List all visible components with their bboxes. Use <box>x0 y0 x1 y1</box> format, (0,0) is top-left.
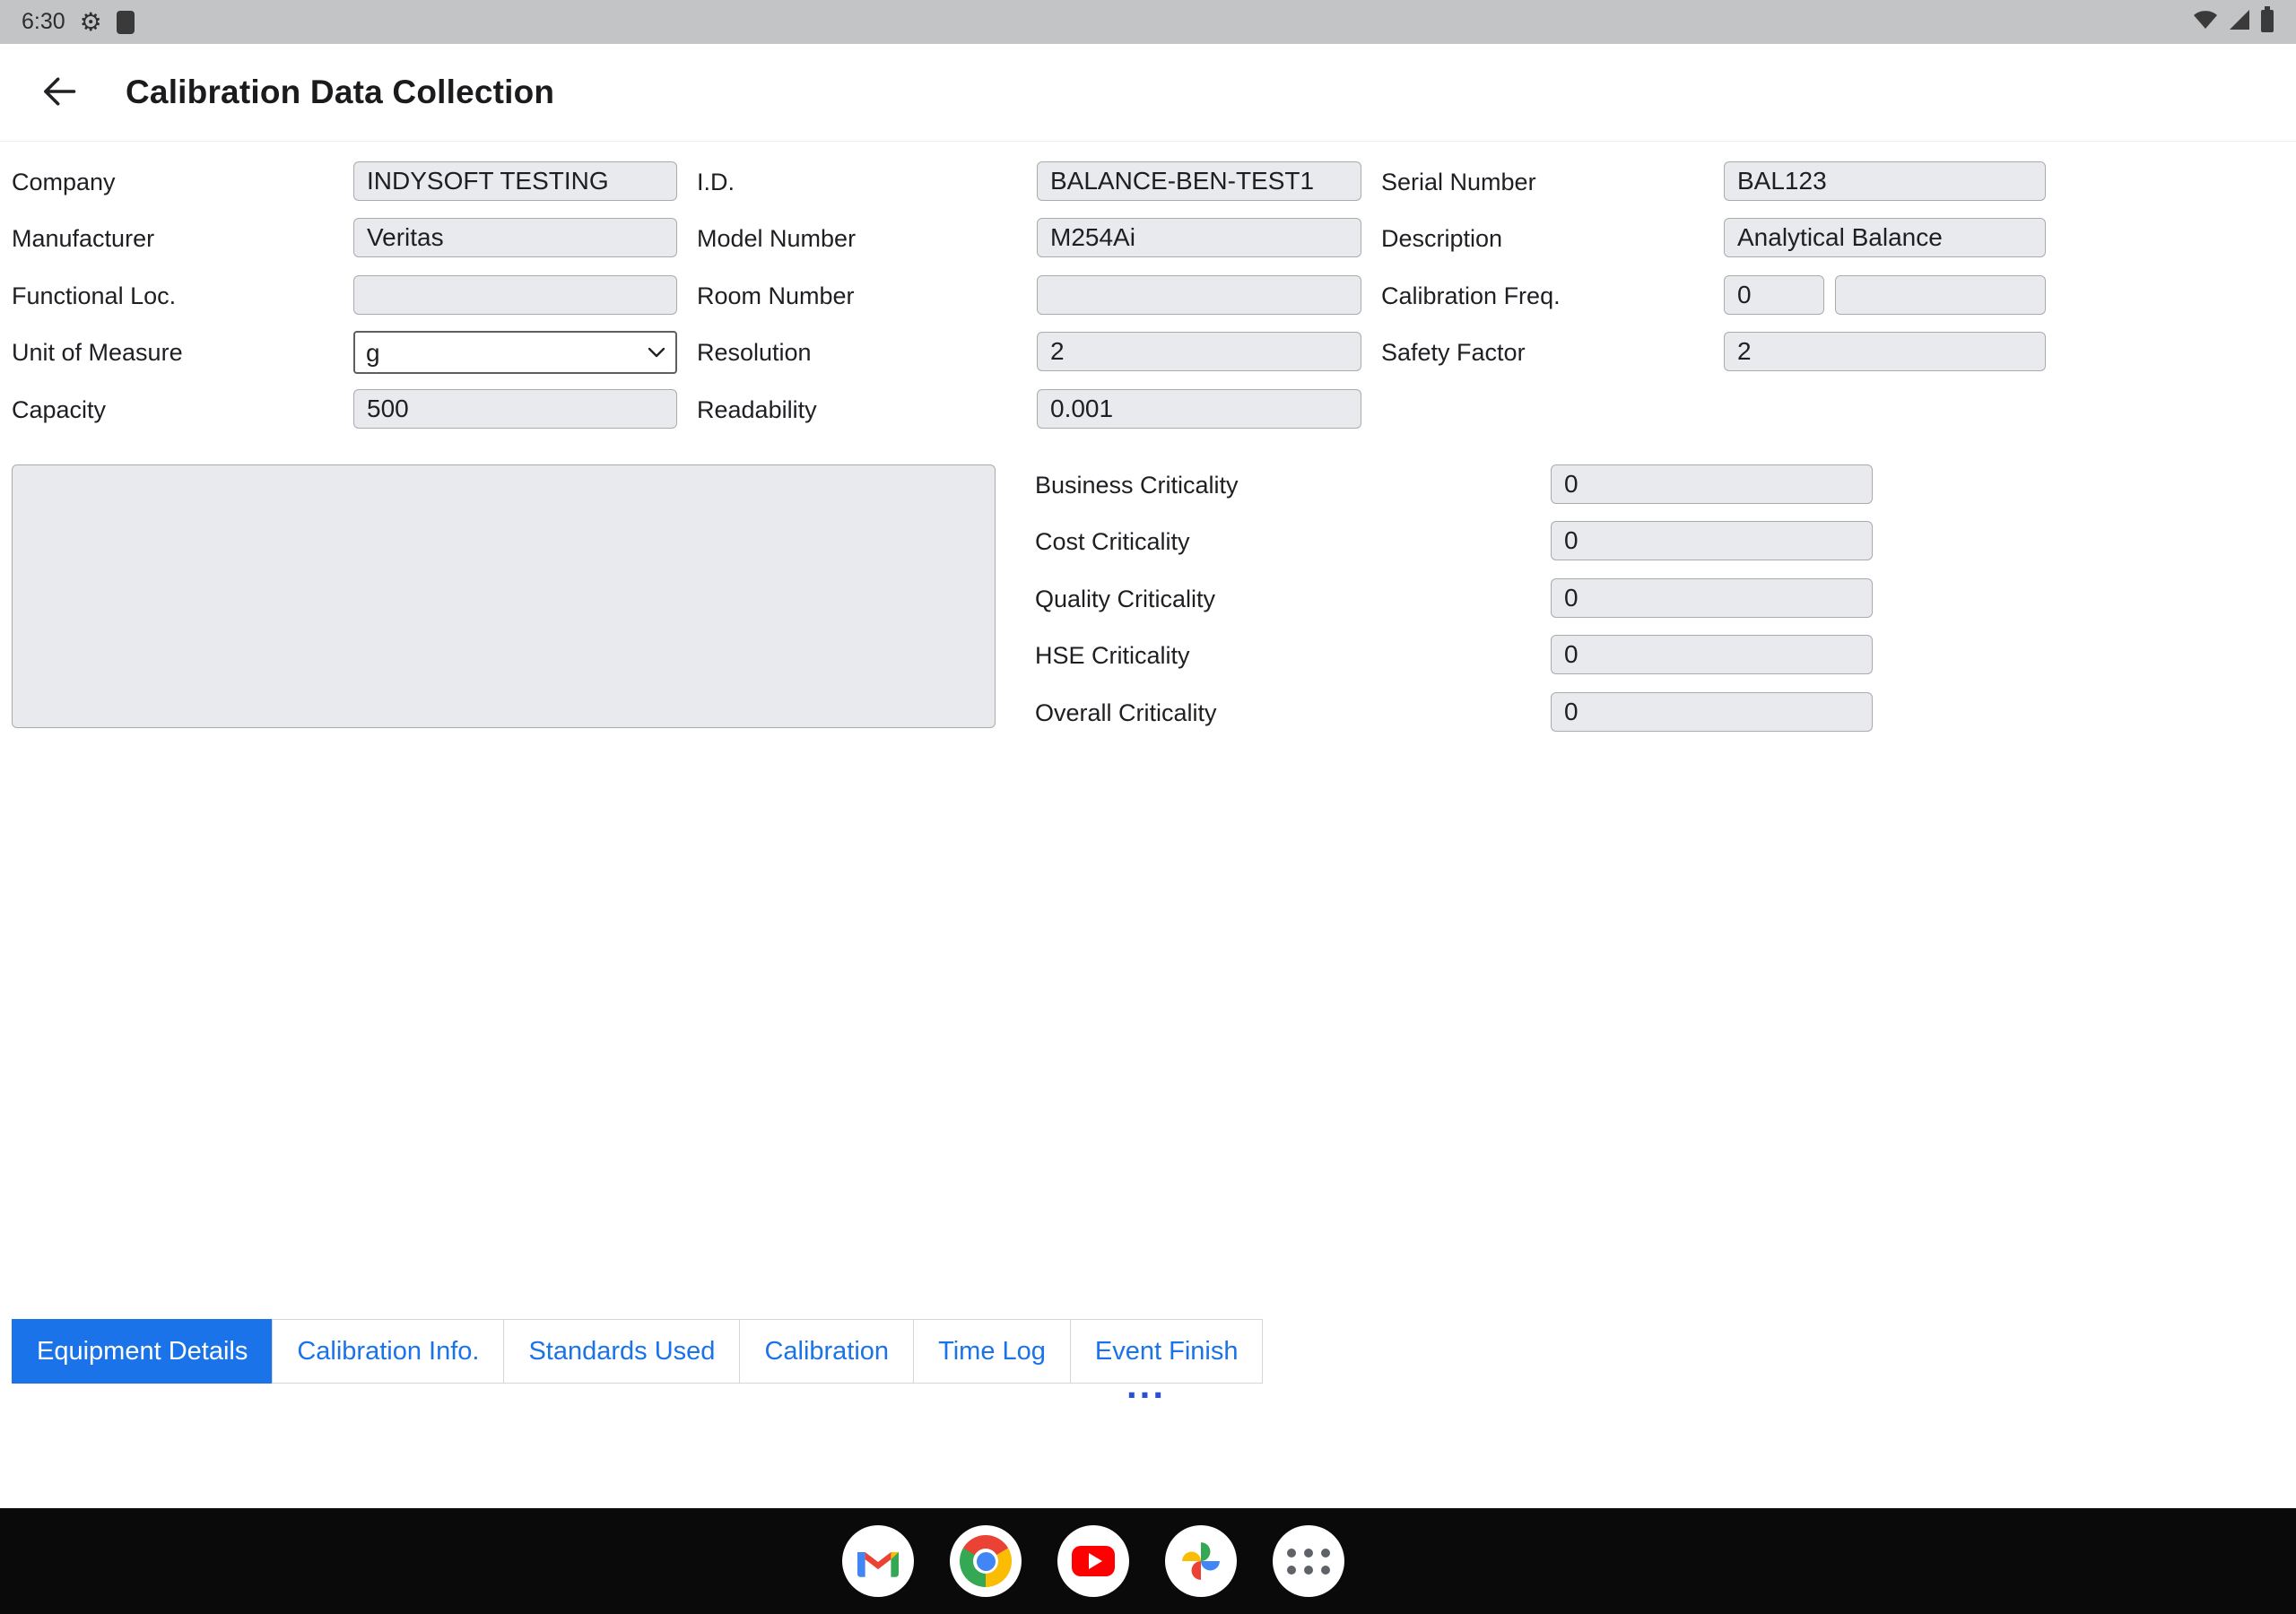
overall-criticality-input[interactable] <box>1551 692 1873 732</box>
model-number-label: Model Number <box>697 218 856 259</box>
gmail-logo <box>857 1546 899 1577</box>
status-bar: 6:30 ⚙ <box>0 0 2296 44</box>
functional-loc-input[interactable] <box>353 275 677 315</box>
app-drawer-icon[interactable] <box>1273 1525 1344 1597</box>
id-input[interactable] <box>1037 161 1361 201</box>
wifi-icon <box>2192 8 2219 36</box>
gear-icon: ⚙ <box>80 10 102 35</box>
company-label: Company <box>12 161 116 203</box>
photos-pinwheel-logo <box>1180 1540 1222 1582</box>
tab-calibration-info[interactable]: Calibration Info. <box>272 1319 504 1384</box>
app-drawer-dots <box>1287 1549 1330 1575</box>
business-criticality-label: Business Criticality <box>1035 464 1239 506</box>
capacity-label: Capacity <box>12 389 106 430</box>
hse-criticality-input[interactable] <box>1551 635 1873 674</box>
dock <box>0 1508 2296 1614</box>
business-criticality-input[interactable] <box>1551 464 1873 504</box>
capacity-input[interactable] <box>353 389 677 429</box>
readability-label: Readability <box>697 389 817 430</box>
google-photos-icon[interactable] <box>1165 1525 1237 1597</box>
tab-standards-used[interactable]: Standards Used <box>503 1319 740 1384</box>
description-label: Description <box>1381 218 1502 259</box>
tab-bar: Equipment Details Calibration Info. Stan… <box>12 1319 1263 1384</box>
room-number-input[interactable] <box>1037 275 1361 315</box>
back-button[interactable] <box>32 65 86 119</box>
serial-number-input[interactable] <box>1724 161 2046 201</box>
back-arrow-icon <box>39 72 79 114</box>
serial-number-label: Serial Number <box>1381 161 1536 203</box>
manufacturer-input[interactable] <box>353 218 677 257</box>
functional-loc-label: Functional Loc. <box>12 275 176 317</box>
resolution-label: Resolution <box>697 332 812 373</box>
tab-equipment-details[interactable]: Equipment Details <box>12 1319 273 1384</box>
description-input[interactable] <box>1724 218 2046 257</box>
battery-icon <box>2260 6 2274 38</box>
overflow-indicator[interactable]: ... <box>1109 1367 1184 1404</box>
calibration-freq-input-1[interactable] <box>1724 275 1824 315</box>
signal-icon <box>2228 8 2251 36</box>
quality-criticality-input[interactable] <box>1551 578 1873 618</box>
quality-criticality-label: Quality Criticality <box>1035 578 1215 620</box>
tab-time-log[interactable]: Time Log <box>913 1319 1071 1384</box>
company-input[interactable] <box>353 161 677 201</box>
safety-factor-input[interactable] <box>1724 332 2046 371</box>
cost-criticality-label: Cost Criticality <box>1035 521 1190 562</box>
app-bar: Calibration Data Collection <box>0 44 2296 142</box>
unit-of-measure-label: Unit of Measure <box>12 332 183 373</box>
chrome-icon[interactable] <box>950 1525 1022 1597</box>
chrome-logo <box>960 1535 1012 1587</box>
screen: 6:30 ⚙ Calibration Data Collection C <box>0 0 2296 1614</box>
cost-criticality-input[interactable] <box>1551 521 1873 560</box>
id-label: I.D. <box>697 161 735 203</box>
safety-factor-label: Safety Factor <box>1381 332 1526 373</box>
overall-criticality-label: Overall Criticality <box>1035 692 1217 733</box>
readability-input[interactable] <box>1037 389 1361 429</box>
calibration-freq-label: Calibration Freq. <box>1381 275 1561 317</box>
tab-calibration[interactable]: Calibration <box>739 1319 914 1384</box>
youtube-logo <box>1072 1546 1115 1576</box>
gmail-icon[interactable] <box>842 1525 914 1597</box>
resolution-input[interactable] <box>1037 332 1361 371</box>
hse-criticality-label: HSE Criticality <box>1035 635 1190 676</box>
memory-chip-icon <box>117 11 135 34</box>
manufacturer-label: Manufacturer <box>12 218 154 259</box>
notes-textarea[interactable] <box>12 464 996 728</box>
calibration-freq-input-2[interactable] <box>1835 275 2046 315</box>
unit-of-measure-select-wrap: g <box>353 331 677 374</box>
page-title: Calibration Data Collection <box>126 74 554 111</box>
room-number-label: Room Number <box>697 275 855 317</box>
model-number-input[interactable] <box>1037 218 1361 257</box>
youtube-icon[interactable] <box>1057 1525 1129 1597</box>
clock: 6:30 <box>22 9 65 35</box>
unit-of-measure-select[interactable]: g <box>353 331 677 374</box>
